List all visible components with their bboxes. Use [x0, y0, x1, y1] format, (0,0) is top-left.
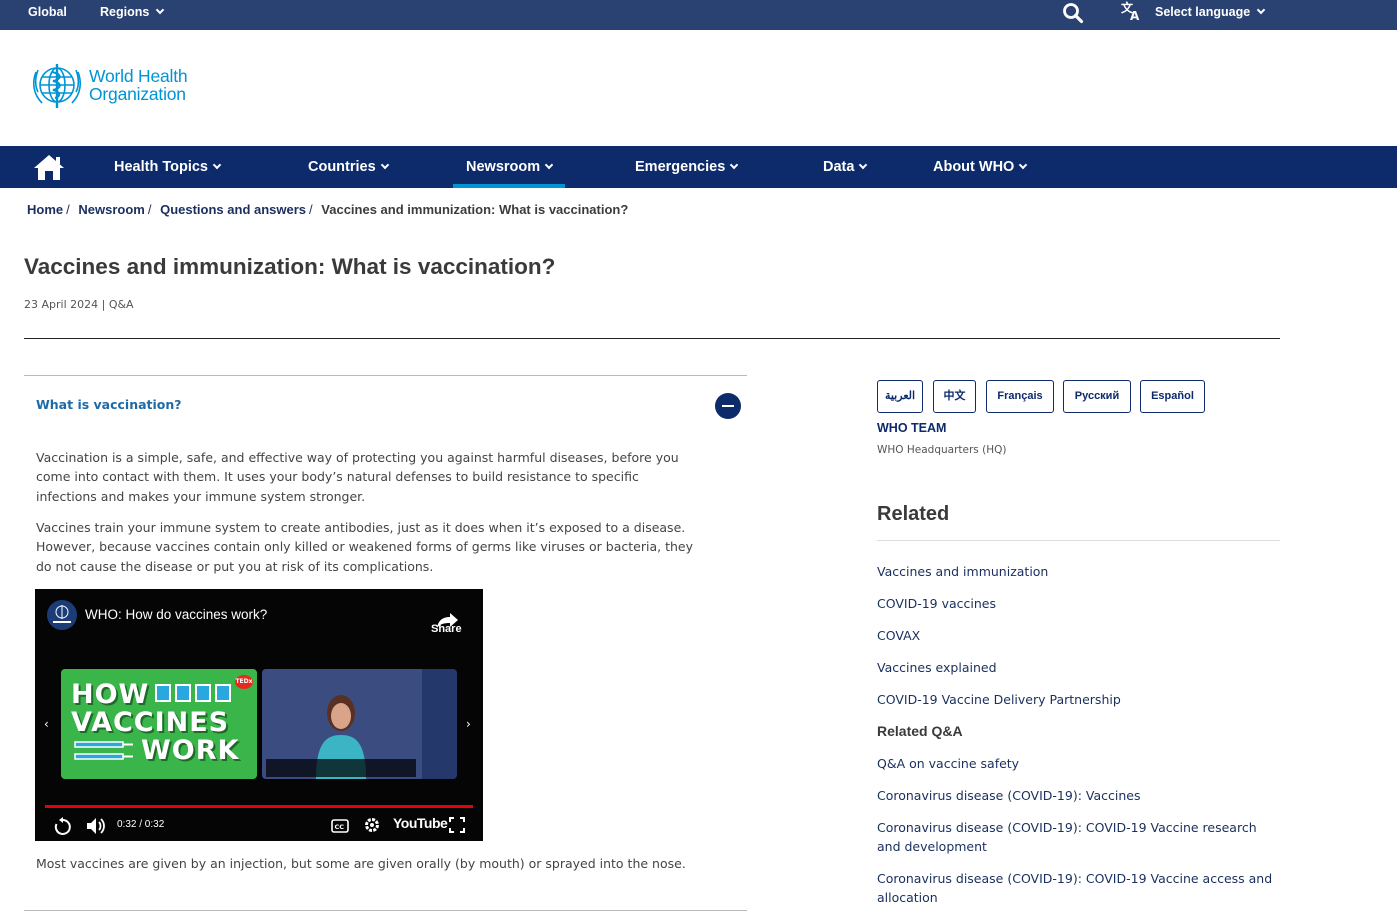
lang-button-russian[interactable]: Русский: [1063, 380, 1131, 413]
video-thumbnail[interactable]: HOW VACCINES WORK TEDx: [61, 669, 257, 779]
related-link[interactable]: COVAX: [877, 626, 1277, 645]
nav-label: Health Topics: [114, 159, 208, 175]
chevron-down-icon: [730, 160, 739, 170]
nav-health-topics[interactable]: Health Topics: [114, 146, 222, 188]
replay-icon[interactable]: [53, 816, 73, 836]
who-logo[interactable]: World Health Organization: [30, 60, 200, 112]
video-player[interactable]: WHO: How do vaccines work? Share ‹ HOW V…: [35, 589, 483, 841]
accordion-divider: [24, 910, 747, 911]
who-emblem-icon: [32, 64, 82, 108]
nav-label: Countries: [308, 159, 376, 175]
related-qa-link[interactable]: Coronavirus disease (COVID-19): COVID-19…: [877, 818, 1277, 856]
thumbnail-text: VACCINES: [71, 707, 230, 738]
select-language-dropdown[interactable]: Select language: [1155, 0, 1266, 30]
article-meta: 23 April 2024 | Q&A: [24, 298, 134, 311]
breadcrumb-separator: /: [147, 202, 152, 217]
video-caption: [266, 759, 416, 777]
related-qa-link[interactable]: Coronavirus disease (COVID-19): COVID-19…: [877, 869, 1277, 907]
chevron-right-icon[interactable]: ›: [466, 717, 471, 731]
video-title[interactable]: WHO: How do vaccines work?: [85, 607, 267, 622]
breadcrumb-separator: /: [66, 202, 70, 217]
related-heading: Related: [877, 503, 950, 525]
related-qa-heading: Related Q&A: [877, 723, 963, 739]
nav-about-who[interactable]: About WHO: [933, 146, 1028, 188]
collapse-icon[interactable]: [715, 393, 741, 419]
lang-button-french[interactable]: Français: [986, 380, 1054, 413]
related-qa-link[interactable]: Q&A on vaccine safety: [877, 754, 1277, 773]
nav-newsroom[interactable]: Newsroom: [453, 146, 566, 188]
global-link[interactable]: Global: [28, 0, 67, 30]
organization-name: World Health Organization: [89, 66, 188, 104]
nav-label: Newsroom: [466, 159, 541, 175]
accordion-paragraph: Vaccination is a simple, safe, and effec…: [36, 450, 679, 504]
related-qa-link[interactable]: Coronavirus disease (COVID-19): Vaccines: [877, 786, 1277, 805]
related-link[interactable]: Vaccines explained: [877, 658, 1277, 677]
nav-data[interactable]: Data: [823, 146, 868, 188]
chevron-left-icon[interactable]: ‹: [44, 717, 49, 731]
home-icon[interactable]: [33, 153, 65, 181]
breadcrumb-questions-answers[interactable]: Questions and answers: [160, 202, 306, 217]
author-team: WHO TEAM: [877, 421, 947, 435]
accordion-paragraph: Vaccines train your immune system to cre…: [36, 520, 693, 574]
related-link[interactable]: COVID-19 Vaccine Delivery Partnership: [877, 690, 1277, 709]
accordion-divider: [24, 375, 747, 376]
org-name-line2: Organization: [89, 84, 186, 104]
related-link[interactable]: Vaccines and immunization: [877, 562, 1277, 581]
chevron-down-icon: [212, 160, 222, 170]
thumbnail-text: WORK: [141, 735, 240, 766]
breadcrumb-separator: /: [309, 202, 313, 217]
breadcrumb-newsroom[interactable]: Newsroom: [78, 202, 144, 217]
tedx-badge: TEDx: [235, 675, 253, 689]
chevron-down-icon: [859, 160, 868, 170]
page-title: Vaccines and immunization: What is vacci…: [24, 254, 556, 279]
accordion-paragraph: Most vaccines are given by an injection,…: [36, 856, 686, 871]
select-language-label: Select language: [1155, 5, 1251, 19]
lang-button-arabic[interactable]: العربية: [877, 380, 923, 413]
top-bar: Global Regions 文 A Select language: [0, 0, 1397, 30]
player-controls: 0:32 / 0:32 CC YouTube: [35, 811, 483, 841]
nav-label: About WHO: [933, 159, 1015, 175]
fullscreen-icon[interactable]: [449, 817, 465, 833]
svg-text:CC: CC: [335, 823, 345, 831]
chevron-down-icon: [544, 160, 554, 170]
related-link[interactable]: COVID-19 vaccines: [877, 594, 1277, 613]
nav-countries[interactable]: Countries: [308, 146, 389, 188]
video-time: 0:32 / 0:32: [117, 819, 165, 830]
channel-avatar[interactable]: [47, 600, 77, 630]
nav-emergencies[interactable]: Emergencies: [635, 146, 739, 188]
svg-text:A: A: [1130, 9, 1140, 22]
chevron-down-icon: [1256, 5, 1266, 15]
author-team-subtitle: WHO Headquarters (HQ): [877, 444, 1007, 456]
nav-label: Emergencies: [635, 159, 726, 175]
nav-label: Data: [823, 159, 855, 175]
lang-button-chinese[interactable]: 中文: [933, 380, 976, 413]
breadcrumb: Home / Newsroom / Questions and answers / V…: [27, 202, 628, 217]
org-name-line1: World Health: [89, 66, 188, 86]
volume-icon[interactable]: [85, 816, 107, 836]
regions-label: Regions: [100, 5, 150, 19]
search-icon[interactable]: [1062, 2, 1084, 24]
syringe-icon: [74, 741, 133, 760]
accordion-title[interactable]: What is vaccination?: [36, 397, 182, 412]
share-label[interactable]: Share: [431, 623, 462, 635]
breadcrumb-current: Vaccines and immunization: What is vacci…: [321, 202, 629, 217]
video-thumbnail[interactable]: [262, 669, 457, 779]
lang-button-spanish[interactable]: Español: [1140, 380, 1205, 413]
vaccine-vial-icon: [155, 684, 231, 702]
settings-gear-icon[interactable]: [363, 816, 381, 834]
breadcrumb-home[interactable]: Home: [27, 202, 63, 217]
captions-icon[interactable]: CC: [331, 818, 349, 834]
chevron-down-icon: [156, 5, 165, 15]
chevron-down-icon: [380, 160, 389, 170]
translate-icon[interactable]: 文 A: [1120, 0, 1144, 27]
who-emblem-icon: [53, 605, 71, 623]
main-nav: Health Topics Countries Newsroom Emergen…: [0, 146, 1397, 188]
divider: [877, 540, 1280, 541]
regions-dropdown[interactable]: Regions: [100, 0, 165, 30]
thumbnail-text: HOW: [71, 679, 150, 710]
progress-bar[interactable]: [45, 805, 473, 808]
chevron-down-icon: [1019, 160, 1028, 170]
youtube-logo[interactable]: YouTube: [393, 815, 448, 831]
divider: [24, 338, 1280, 339]
